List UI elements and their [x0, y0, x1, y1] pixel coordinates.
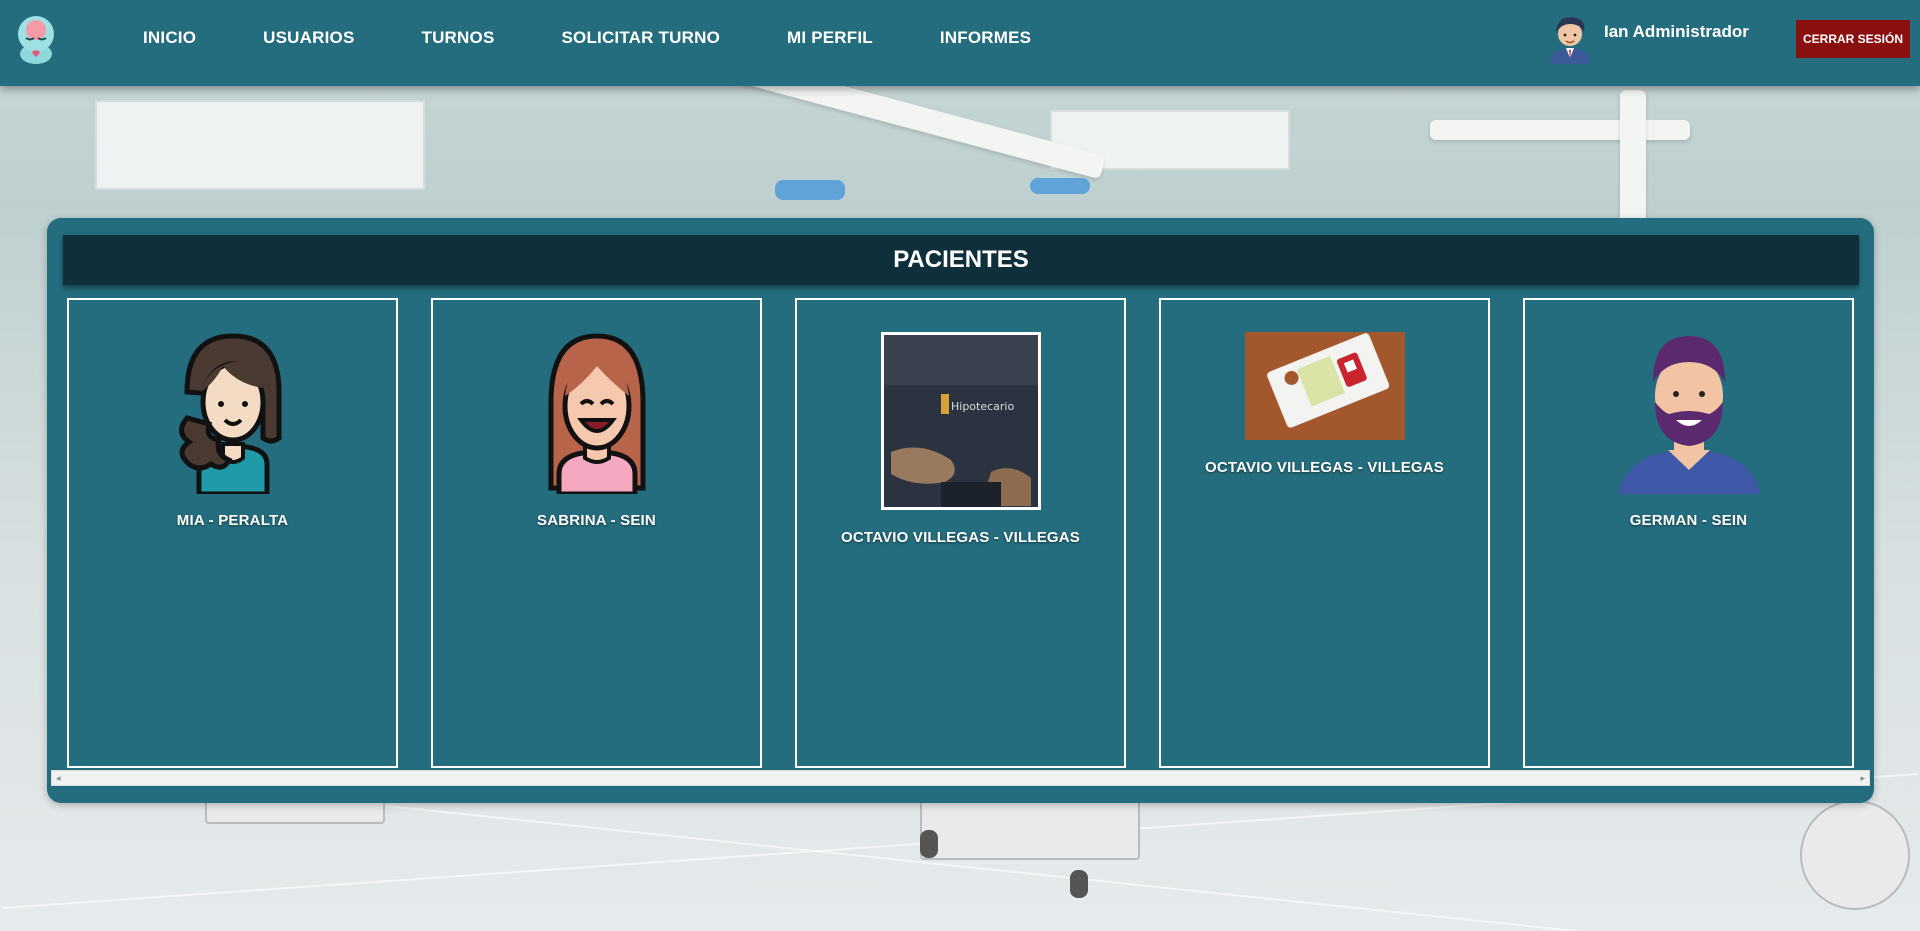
patient-photo-shirt: Hipotecario [880, 332, 1041, 515]
nav-mi-perfil[interactable]: MI PERFIL [787, 28, 873, 48]
patient-card[interactable]: OCTAVIO VILLEGAS - VILLEGAS [1159, 298, 1490, 768]
woman-wavy-hair-icon [171, 332, 295, 499]
scroll-left-icon[interactable]: ◂ [56, 773, 61, 784]
patient-photo-flyer [1244, 332, 1405, 445]
nav-inicio[interactable]: INICIO [143, 28, 196, 48]
panel-title: PACIENTES [63, 235, 1859, 285]
patients-panel: PACIENTES MIA - PERALTA SABRINA - SEIN H… [47, 218, 1874, 803]
nav-solicitar-turno[interactable]: SOLICITAR TURNO [561, 28, 720, 48]
nav-informes[interactable]: INFORMES [940, 28, 1031, 48]
woman-smiling-icon [545, 332, 649, 499]
user-avatar-icon [1546, 12, 1594, 64]
patient-name: OCTAVIO VILLEGAS - VILLEGAS [840, 529, 1081, 546]
scroll-right-icon[interactable]: ▸ [1860, 773, 1865, 784]
patient-name: OCTAVIO VILLEGAS - VILLEGAS [1204, 459, 1445, 476]
patient-name: SABRINA - SEIN [537, 512, 656, 529]
user-name: Ian Administrador [1604, 22, 1749, 41]
patients-list[interactable]: MIA - PERALTA SABRINA - SEIN Hipotecario… [67, 298, 1863, 768]
patient-card[interactable]: Hipotecario OCTAVIO VILLEGAS - VILLEGAS [795, 298, 1126, 768]
man-bearded-icon [1616, 332, 1762, 499]
main-nav: INICIO USUARIOS TURNOS SOLICITAR TURNO M… [143, 0, 1098, 76]
patient-name: GERMAN - SEIN [1629, 512, 1748, 529]
top-navbar: INICIO USUARIOS TURNOS SOLICITAR TURNO M… [0, 0, 1920, 86]
user-info: Ian Administrador [1546, 12, 1749, 64]
horizontal-scrollbar[interactable]: ◂ ▸ [51, 770, 1870, 786]
patient-card[interactable]: MIA - PERALTA [67, 298, 398, 768]
patient-card[interactable]: SABRINA - SEIN [431, 298, 762, 768]
app-logo-icon[interactable] [12, 12, 60, 64]
nav-turnos[interactable]: TURNOS [422, 28, 495, 48]
patient-card[interactable]: GERMAN - SEIN [1523, 298, 1854, 768]
svg-text:Hipotecario: Hipotecario [951, 400, 1014, 413]
nav-usuarios[interactable]: USUARIOS [263, 28, 354, 48]
logout-button[interactable]: CERRAR SESIÓN [1796, 20, 1910, 58]
patient-name: MIA - PERALTA [176, 512, 289, 529]
